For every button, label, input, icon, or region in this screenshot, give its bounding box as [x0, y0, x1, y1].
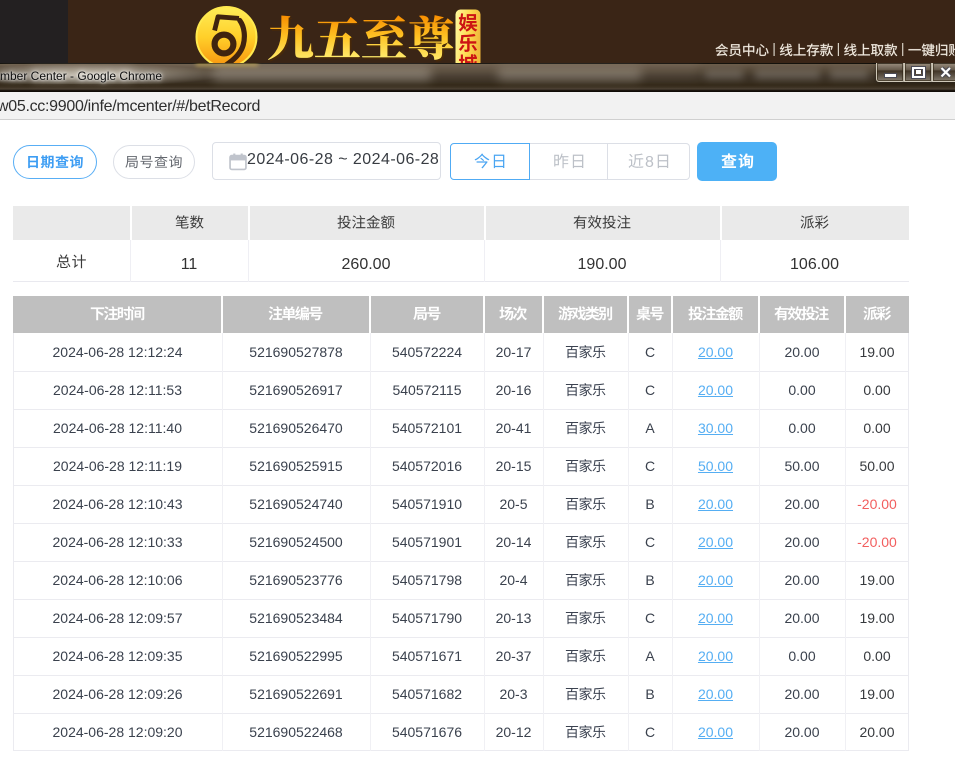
svg-text:8: 8 — [645, 154, 654, 171]
